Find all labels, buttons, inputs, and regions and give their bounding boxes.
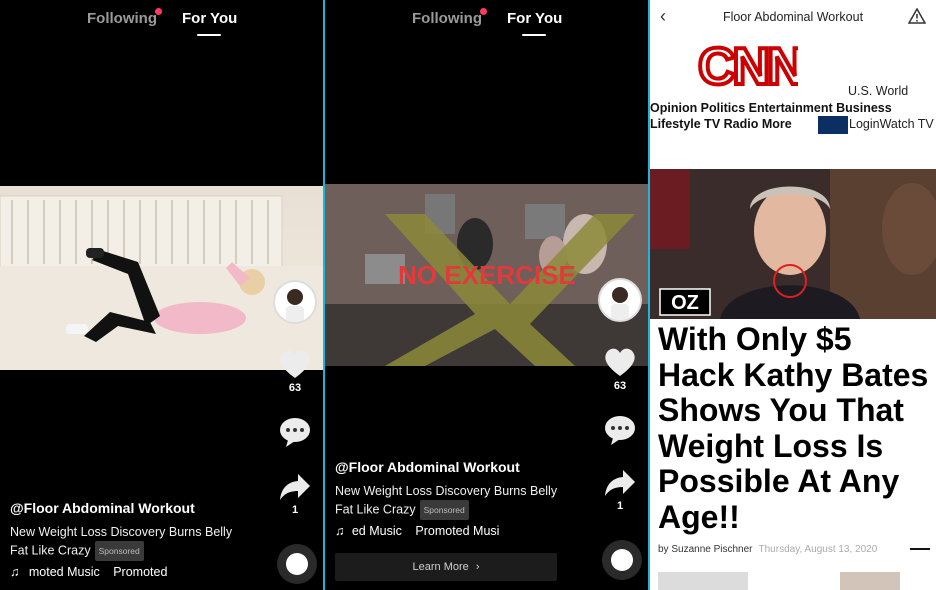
sponsored-badge: Sponsored — [94, 541, 144, 561]
action-rail — [598, 278, 642, 322]
site-nav-login-watch[interactable]: LoginWatch TV — [849, 117, 934, 131]
share-group: 1 — [273, 472, 317, 516]
svg-text:CNN: CNN — [698, 40, 798, 90]
video-overlay-text: NO EXERCISE — [398, 260, 576, 290]
article-headline: With Only $5 Hack Kathy Bates Shows You … — [658, 321, 929, 535]
publish-date: Thursday, August 13, 2020 — [758, 544, 878, 555]
browser-header: ‹ Floor Abdominal Workout — [650, 0, 936, 34]
like-group: 63 — [598, 346, 642, 392]
in-app-browser: ‹ Floor Abdominal Workout CNN U.S. World… — [650, 0, 936, 590]
music-title-2: Promoted — [113, 565, 168, 579]
hero-image: OZ — [650, 169, 936, 319]
sponsored-badge: Sponsored — [419, 500, 469, 520]
menu-bar-icon[interactable] — [910, 548, 930, 550]
share-icon[interactable] — [603, 468, 637, 498]
site-nav-line-1[interactable]: U.S. World — [848, 84, 908, 98]
tab-for-you[interactable]: For You — [182, 10, 237, 27]
comment-group — [273, 416, 317, 448]
tiktok-feed-panel-2: Following For You NO EXERCISE 63 1 @Floo… — [325, 0, 648, 590]
creator-avatar[interactable] — [598, 278, 642, 322]
music-title: moted Music — [28, 565, 100, 579]
like-count: 63 — [288, 382, 302, 394]
next-image-thumb-2 — [840, 572, 900, 590]
share-count: 1 — [616, 500, 624, 512]
heart-icon[interactable] — [278, 348, 312, 380]
description-line-2: Fat Like Crazy — [335, 502, 416, 517]
creator-avatar[interactable] — [273, 280, 317, 324]
share-icon[interactable] — [278, 472, 312, 502]
top-nav: Following For You — [0, 8, 323, 40]
comment-icon[interactable] — [278, 416, 312, 448]
music-title: ed Music — [351, 524, 402, 538]
browser-title: Floor Abdominal Workout — [722, 10, 864, 24]
tab-following[interactable]: Following — [87, 10, 157, 27]
description-line-1: New Weight Loss Discovery Burns Belly — [10, 525, 233, 539]
action-rail — [273, 280, 317, 324]
like-group: 63 — [273, 348, 317, 394]
gym-video-frame: NO EXERCISE — [325, 184, 648, 366]
post-description: New Weight Loss Discovery Burns Belly Fa… — [10, 523, 232, 561]
post-caption: @Floor Abdominal Workout — [10, 500, 195, 516]
article-byline: by Suzanne Pischner Thursday, August 13, … — [658, 544, 877, 555]
music-note-icon: ♫ — [335, 524, 345, 538]
music-row[interactable]: ♫ ed Music Promoted Musi — [335, 524, 499, 538]
music-row[interactable]: ♫ moted Music Promoted — [10, 565, 167, 579]
top-nav: Following For You — [325, 8, 648, 40]
music-note-icon: ♫ — [10, 565, 20, 579]
learn-more-label: Learn More — [412, 561, 469, 573]
post-description: New Weight Loss Discovery Burns Belly Fa… — [335, 482, 557, 520]
tab-following[interactable]: Following — [412, 10, 482, 27]
show-badge: OZ — [671, 292, 699, 314]
creator-handle[interactable]: @Floor Abdominal Workout — [335, 459, 520, 475]
comment-group — [598, 414, 642, 446]
site-nav-line-3[interactable]: Lifestyle TV Radio More — [650, 117, 792, 131]
author-name[interactable]: by Suzanne Pischner — [658, 544, 753, 555]
music-disc[interactable] — [277, 544, 317, 584]
tab-for-you[interactable]: For You — [507, 10, 562, 27]
share-group: 1 — [598, 468, 642, 512]
heart-icon[interactable] — [603, 346, 637, 378]
notification-dot — [155, 8, 162, 15]
workout-video-frame — [0, 195, 323, 370]
like-count: 63 — [613, 380, 627, 392]
next-image-thumb — [658, 572, 748, 590]
post-caption: @Floor Abdominal Workout — [335, 459, 520, 475]
comment-icon[interactable] — [603, 414, 637, 446]
description-line-1: New Weight Loss Discovery Burns Belly — [335, 484, 558, 498]
music-disc[interactable] — [602, 540, 642, 580]
music-title-2: Promoted Musi — [415, 524, 500, 538]
talk-show-photo: OZ — [650, 169, 936, 319]
notification-dot — [480, 8, 487, 15]
chevron-right-icon: › — [475, 561, 480, 573]
video-player[interactable] — [0, 186, 323, 370]
video-player[interactable]: NO EXERCISE — [325, 184, 648, 366]
active-tab-indicator — [522, 34, 546, 36]
cnn-logo[interactable]: CNN — [698, 40, 798, 90]
site-nav-line-2[interactable]: Opinion Politics Entertainment Business — [650, 101, 892, 115]
creator-handle[interactable]: @Floor Abdominal Workout — [10, 500, 195, 516]
learn-more-button[interactable]: Learn More › — [335, 553, 557, 581]
description-line-2: Fat Like Crazy — [10, 543, 91, 558]
share-count: 1 — [291, 504, 299, 516]
warning-icon[interactable] — [908, 8, 926, 24]
active-tab-indicator — [197, 34, 221, 36]
tiktok-feed-panel-1: Following For You 63 1 @Floor Abdominal … — [0, 0, 323, 590]
broken-image-icon — [818, 116, 848, 134]
